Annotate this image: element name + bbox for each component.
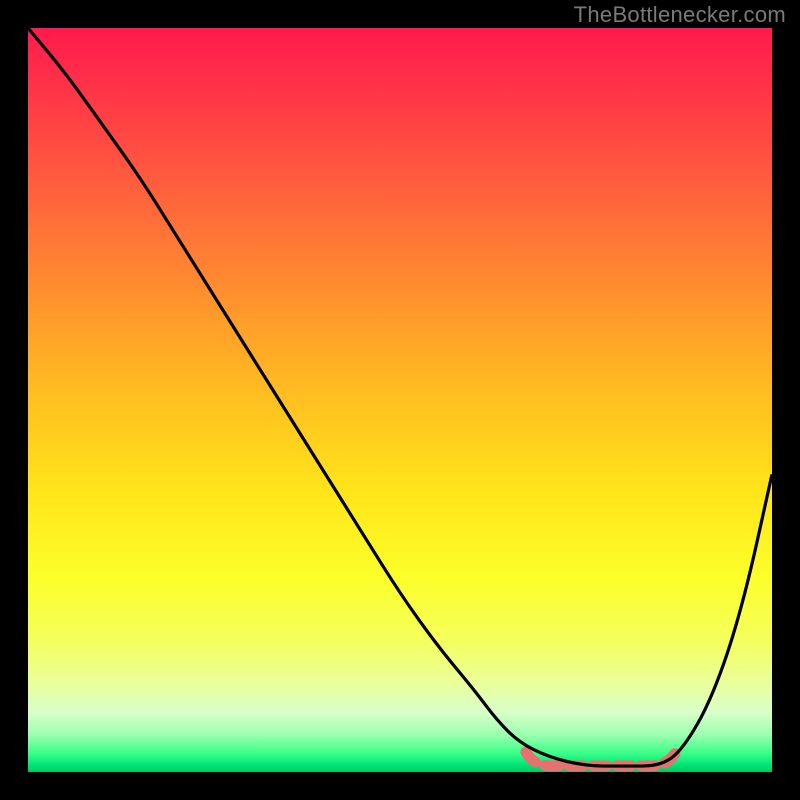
watermark-label: TheBottlenecker.com	[574, 2, 786, 28]
chart-frame: TheBottlenecker.com	[0, 0, 800, 800]
plot-area	[28, 28, 772, 772]
curve-layer	[28, 28, 772, 772]
bottleneck-curve-line	[28, 28, 772, 766]
